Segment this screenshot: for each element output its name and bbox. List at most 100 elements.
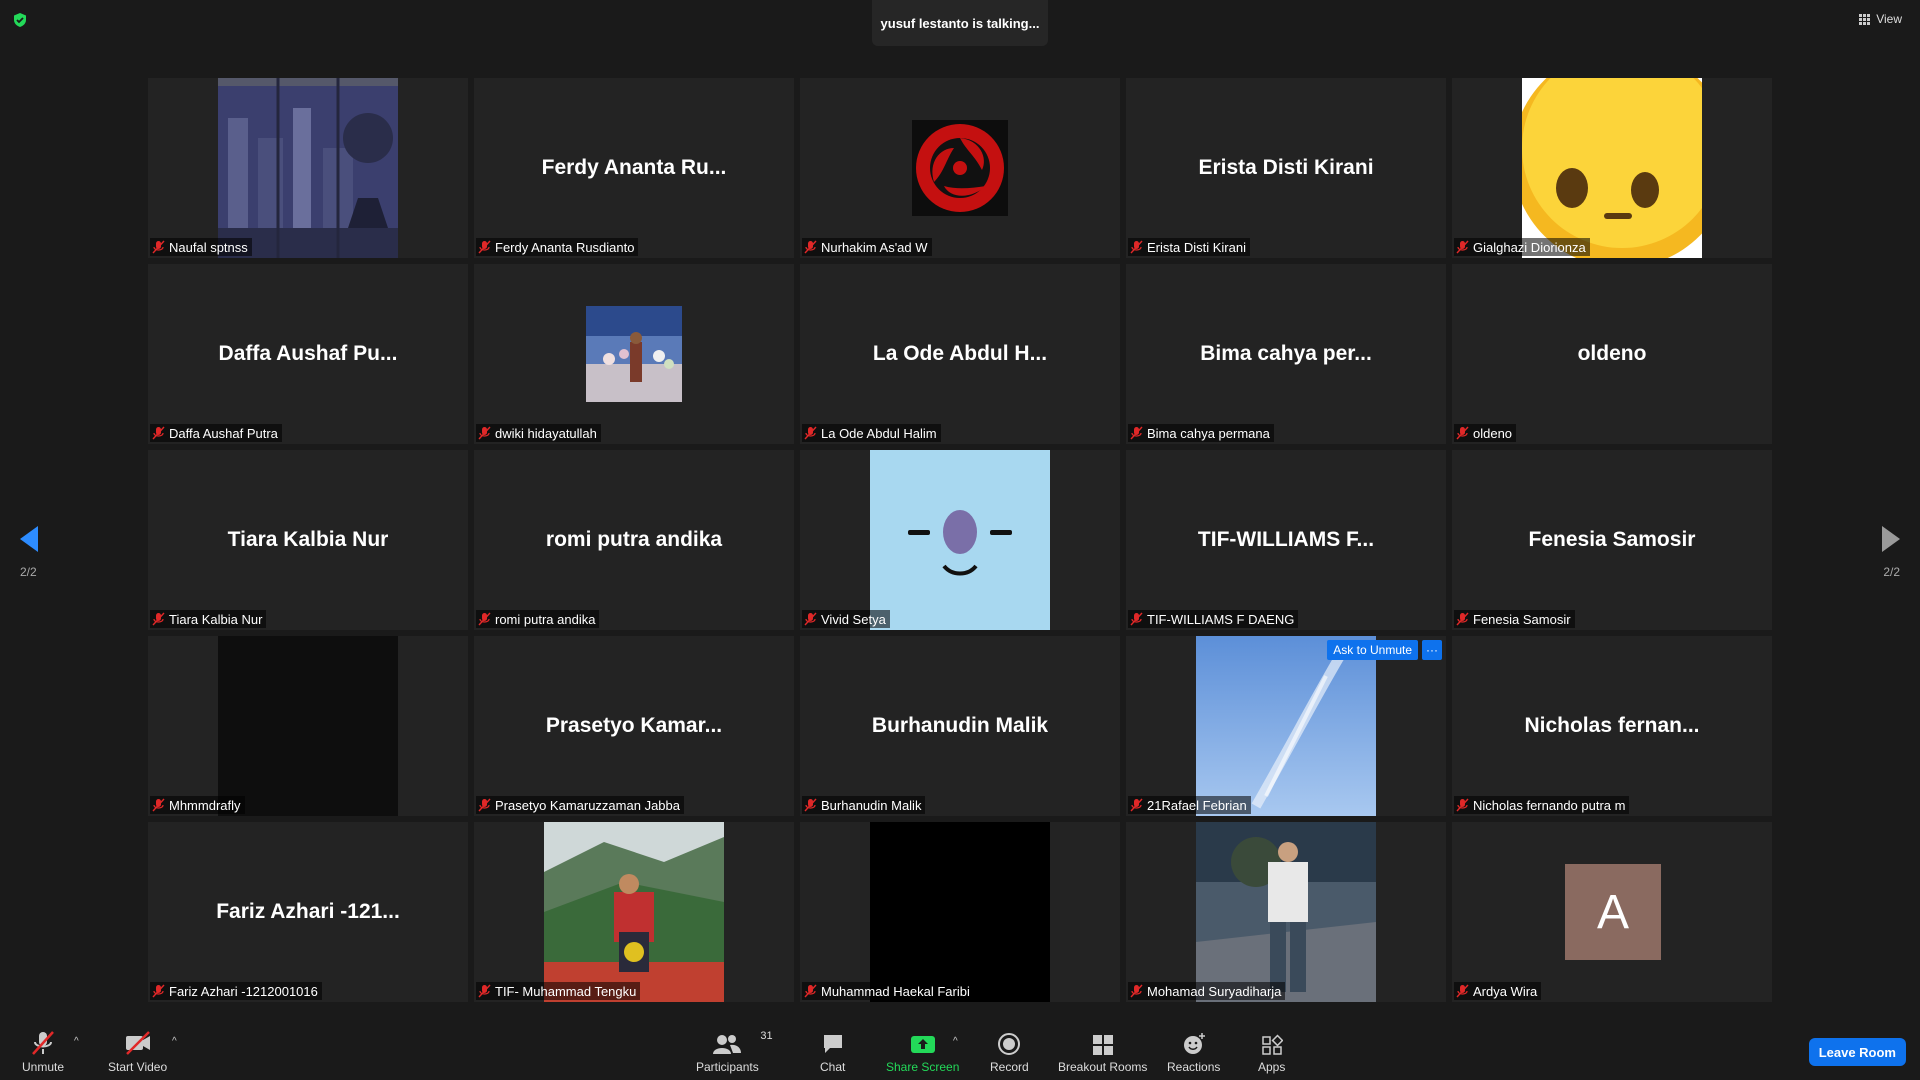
participant-tile[interactable]: oldeno oldeno <box>1452 264 1772 444</box>
participant-display-name: Daffa Aushaf Pu... <box>218 342 398 365</box>
microphone-muted-icon <box>152 240 165 254</box>
active-speaker-banner: yusuf lestanto is talking... <box>872 0 1048 46</box>
microphone-muted-icon <box>804 612 817 626</box>
participant-name-label: Mohamad Suryadiharja <box>1128 982 1286 1000</box>
participants-label: Participants <box>696 1060 759 1074</box>
apps-icon <box>1261 1034 1283 1055</box>
reactions-button[interactable]: Reactions <box>1167 1030 1220 1074</box>
breakout-rooms-button[interactable]: Breakout Rooms <box>1058 1030 1147 1074</box>
more-options-icon[interactable]: ··· <box>1422 640 1442 660</box>
share-screen-button[interactable]: Share Screen <box>886 1030 959 1074</box>
participant-tile[interactable]: Tiara Kalbia Nur Tiara Kalbia Nur <box>148 450 468 630</box>
participant-tile[interactable]: Burhanudin Malik Burhanudin Malik <box>800 636 1120 816</box>
participant-name: Fariz Azhari -1212001016 <box>169 983 318 999</box>
participant-tile[interactable]: Nurhakim As'ad W <box>800 78 1120 258</box>
participant-name-label: Naufal sptnss <box>150 238 252 256</box>
participant-tile[interactable]: 21Rafael Febrian Ask to Unmute ··· <box>1126 636 1446 816</box>
participant-name: oldeno <box>1473 425 1513 441</box>
chat-button[interactable]: Chat <box>820 1030 845 1074</box>
apps-button[interactable]: Apps <box>1258 1030 1285 1074</box>
participant-tile[interactable]: dwiki hidayatullah <box>474 264 794 444</box>
audio-options-caret-icon[interactable]: ^ <box>74 1036 79 1047</box>
participant-name: Nurhakim As'ad W <box>821 239 928 255</box>
participant-name: Nicholas fernando putra m <box>1473 797 1626 813</box>
participants-button[interactable]: 31 Participants <box>696 1030 773 1074</box>
participant-name: Daffa Aushaf Putra <box>169 425 278 441</box>
participant-name: Ferdy Ananta Rusdianto <box>495 239 635 255</box>
participant-name-label: dwiki hidayatullah <box>476 424 601 442</box>
microphone-muted-icon <box>478 984 491 998</box>
share-options-caret-icon[interactable]: ^ <box>953 1036 958 1047</box>
reactions-label: Reactions <box>1167 1060 1221 1074</box>
participant-name: Bima cahya permana <box>1147 425 1270 441</box>
record-button[interactable]: Record <box>990 1030 1029 1074</box>
participant-video <box>870 78 1050 258</box>
start-video-button[interactable]: Start Video <box>108 1030 167 1074</box>
participant-tile[interactable]: Vivid Setya <box>800 450 1120 630</box>
participant-name-label: La Ode Abdul Halim <box>802 424 941 442</box>
participant-tile[interactable]: Fariz Azhari -121... Fariz Azhari -121200… <box>148 822 468 1002</box>
participant-name: TIF-WILLIAMS F DAENG <box>1147 611 1295 627</box>
participant-video <box>544 264 724 444</box>
participant-tile[interactable]: A Ardya Wira <box>1452 822 1772 1002</box>
video-options-caret-icon[interactable]: ^ <box>172 1036 177 1047</box>
participant-display-name: Nicholas fernan... <box>1524 714 1700 737</box>
participant-name-label: Nurhakim As'ad W <box>802 238 932 256</box>
participant-tile[interactable]: TIF- Muhammad Tengku <box>474 822 794 1002</box>
participant-name-label: Vivid Setya <box>802 610 890 628</box>
page-indicator-left: 2/2 <box>20 565 37 579</box>
participant-tile[interactable]: romi putra andika romi putra andika <box>474 450 794 630</box>
microphone-muted-icon <box>152 612 165 626</box>
next-page-arrow-icon[interactable] <box>1880 524 1902 554</box>
participant-display-name: Tiara Kalbia Nur <box>227 528 389 551</box>
participant-name-label: oldeno <box>1454 424 1517 442</box>
participant-tile[interactable]: Nicholas fernan... Nicholas fernando putr… <box>1452 636 1772 816</box>
ask-to-unmute-button[interactable]: Ask to Unmute <box>1327 640 1418 660</box>
encryption-shield-icon[interactable] <box>12 12 28 28</box>
participant-tile[interactable]: Ferdy Ananta Ru... Ferdy Ananta Rusdianto <box>474 78 794 258</box>
participant-tile[interactable]: Mohamad Suryadiharja <box>1126 822 1446 1002</box>
participant-tile[interactable]: La Ode Abdul H... La Ode Abdul Halim <box>800 264 1120 444</box>
participant-tile[interactable]: Gialghazi Diorionza <box>1452 78 1772 258</box>
participant-video <box>1196 636 1376 816</box>
gallery-view: Naufal sptnss Ferdy Ananta Ru... Ferdy Ana… <box>148 78 1772 1002</box>
microphone-muted-icon <box>478 240 491 254</box>
participant-video <box>1512 78 1732 258</box>
leave-room-button[interactable]: Leave Room <box>1808 1038 1906 1066</box>
record-label: Record <box>990 1060 1029 1074</box>
participant-name-label: Burhanudin Malik <box>802 796 926 814</box>
participant-tile[interactable]: Erista Disti Kirani Erista Disti Kirani <box>1126 78 1446 258</box>
view-button[interactable]: View <box>1859 12 1902 26</box>
avatar: A <box>1565 864 1661 960</box>
chat-icon <box>823 1035 842 1053</box>
participant-display-name: Prasetyo Kamar... <box>545 714 723 737</box>
participant-name-label: Nicholas fernando putra m <box>1454 796 1630 814</box>
participant-tile[interactable]: Muhammad Haekal Faribi <box>800 822 1120 1002</box>
microphone-muted-icon <box>152 426 165 440</box>
breakout-rooms-label: Breakout Rooms <box>1058 1060 1148 1074</box>
participant-tile[interactable]: Prasetyo Kamar... Prasetyo Kamaruzzaman J… <box>474 636 794 816</box>
participant-tile[interactable]: TIF-WILLIAMS F... TIF-WILLIAMS F DAENG <box>1126 450 1446 630</box>
grid-view-icon <box>1859 13 1871 25</box>
participant-tile[interactable]: Daffa Aushaf Pu... Daffa Aushaf Putra <box>148 264 468 444</box>
participant-video <box>870 450 1050 630</box>
participant-name: Mohamad Suryadiharja <box>1147 983 1282 999</box>
participant-tile[interactable]: Bima cahya per... Bima cahya permana <box>1126 264 1446 444</box>
participant-tile[interactable]: Fenesia Samosir Fenesia Samosir <box>1452 450 1772 630</box>
unmute-button[interactable]: Unmute <box>22 1030 64 1074</box>
participant-name: Vivid Setya <box>821 611 886 627</box>
participant-display-name: Fariz Azhari -121... <box>216 900 400 923</box>
participant-name: TIF- Muhammad Tengku <box>495 983 637 999</box>
participant-name-label: Mhmmdrafly <box>150 796 245 814</box>
view-label: View <box>1876 12 1902 26</box>
participant-name-label: 21Rafael Febrian <box>1128 796 1251 814</box>
participant-name: dwiki hidayatullah <box>495 425 597 441</box>
participant-name: Ardya Wira <box>1473 983 1538 999</box>
participant-name: 21Rafael Febrian <box>1147 797 1247 813</box>
participant-tile[interactable]: Naufal sptnss <box>148 78 468 258</box>
participant-tile[interactable]: Mhmmdrafly <box>148 636 468 816</box>
previous-page-arrow-icon[interactable] <box>18 524 40 554</box>
participant-name: Naufal sptnss <box>169 239 248 255</box>
participant-name-label: Erista Disti Kirani <box>1128 238 1250 256</box>
participant-name-label: Prasetyo Kamaruzzaman Jabba <box>476 796 684 814</box>
